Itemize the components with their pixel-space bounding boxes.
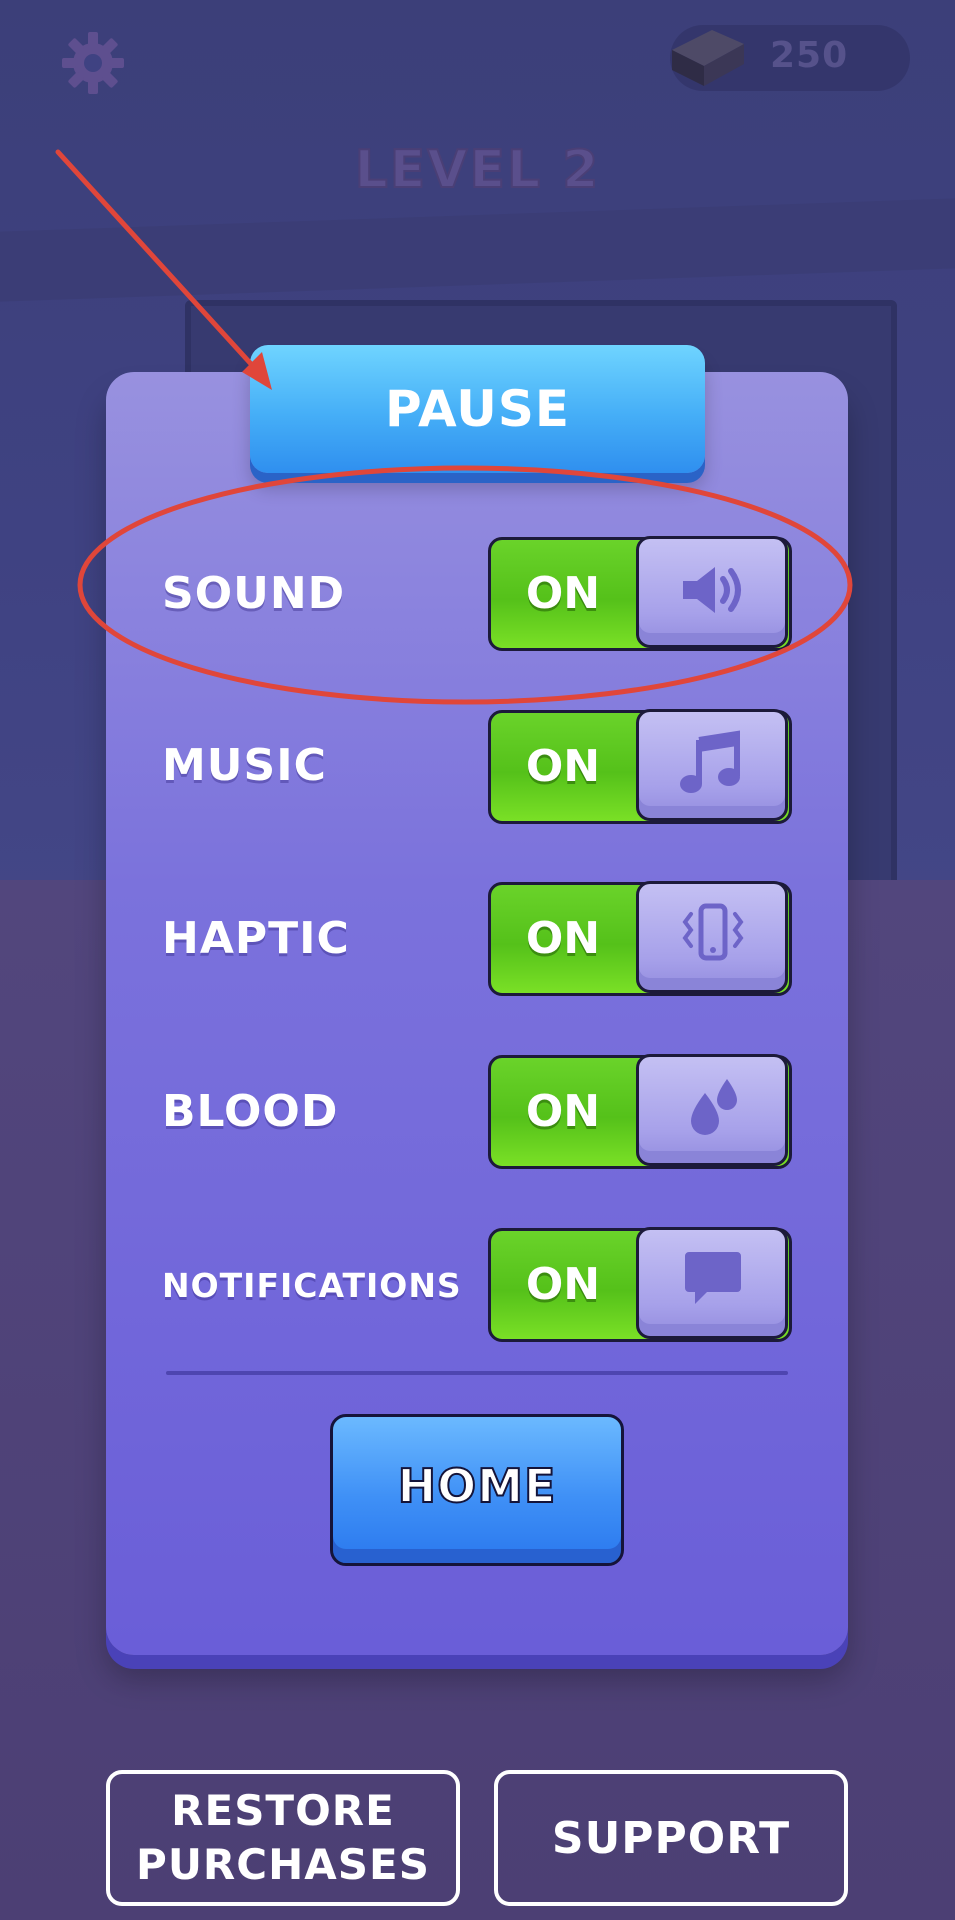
sound-toggle-knob[interactable] [636,536,788,648]
panel-divider [166,1371,788,1375]
restore-purchases-button[interactable]: RESTORE PURCHASES [106,1770,460,1906]
currency-counter: 250 [670,25,910,91]
haptic-label: HAPTIC [162,913,350,964]
restore-purchases-label: RESTORE PURCHASES [136,1784,430,1892]
brick-icon [672,30,744,86]
haptic-toggle[interactable]: ON [488,881,792,996]
music-label: MUSIC [162,740,327,791]
haptic-toggle-knob[interactable] [636,881,788,993]
restore-label-line2: PURCHASES [136,1840,430,1889]
blood-toggle-knob[interactable] [636,1054,788,1166]
blood-drops-icon [691,1079,737,1135]
haptic-toggle-state: ON [525,913,601,964]
sound-label: SOUND [162,568,346,619]
restore-label-line1: RESTORE [171,1786,395,1835]
home-button[interactable]: HOME [330,1414,624,1566]
notifications-toggle[interactable]: ON [488,1227,792,1342]
vibrate-phone-icon [682,903,744,961]
music-toggle-knob[interactable] [636,709,788,821]
notifications-toggle-knob[interactable] [636,1227,788,1339]
notifications-toggle-state: ON [525,1259,601,1310]
blood-toggle-state: ON [525,1086,601,1137]
speaker-icon [683,567,741,613]
music-toggle[interactable]: ON [488,709,792,824]
notifications-label: NOTIFICATIONS [162,1266,462,1305]
blood-label: BLOOD [162,1086,339,1137]
sound-toggle[interactable]: ON [488,536,792,651]
pause-title: PAUSE [250,345,705,473]
blood-toggle[interactable]: ON [488,1054,792,1169]
chat-bubble-icon [685,1252,741,1304]
music-note-icon [680,730,740,793]
music-toggle-state: ON [525,741,601,792]
home-button-label: HOME [397,1458,557,1514]
sound-toggle-state: ON [525,568,601,619]
support-button-label: SUPPORT [551,1812,791,1864]
currency-amount: 250 [770,35,849,76]
support-button[interactable]: SUPPORT [494,1770,848,1906]
level-title: LEVEL 2 [354,139,601,201]
gear-icon[interactable] [60,30,126,96]
